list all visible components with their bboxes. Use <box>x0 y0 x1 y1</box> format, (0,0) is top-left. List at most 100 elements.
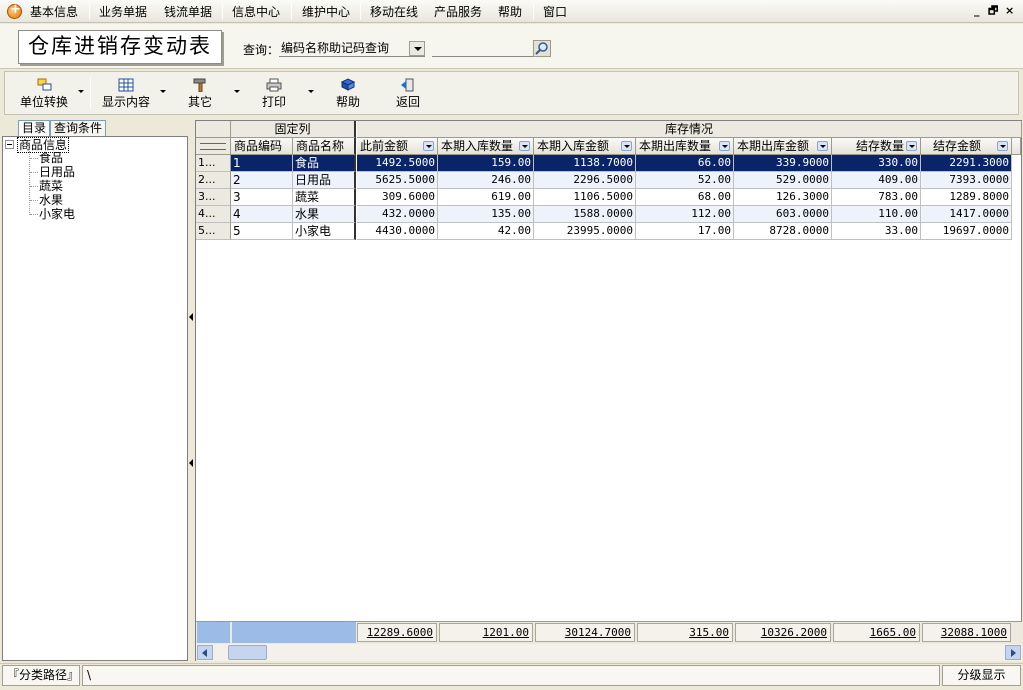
table-row[interactable]: 1... 1 食品 1492.5000 159.00 1138.7000 66.… <box>196 155 1012 172</box>
menu-separator <box>360 3 361 20</box>
tree-item-daily-goods[interactable]: 日用品 <box>39 165 75 179</box>
chevron-left-icon[interactable] <box>189 459 193 467</box>
query-label: 查询： <box>243 43 280 57</box>
search-button[interactable] <box>533 40 551 57</box>
printer-icon <box>266 78 282 92</box>
total-in-qty: 1201.00 <box>439 623 533 642</box>
menu-info-center[interactable]: 信息中心 <box>232 4 280 20</box>
panel-splitter[interactable] <box>188 120 194 661</box>
menu-separator <box>89 3 90 20</box>
filter-dropdown-icon[interactable] <box>906 141 917 151</box>
unit-convert-icon <box>37 78 52 91</box>
tree-guide-line <box>29 151 30 215</box>
total-bal-amount: 32088.1000 <box>922 623 1011 642</box>
chevron-down-icon[interactable] <box>409 41 425 56</box>
menu-separator <box>291 3 292 20</box>
total-bal-qty: 1665.00 <box>833 623 920 642</box>
unit-convert-button[interactable]: 单位转换 <box>14 76 74 112</box>
menu-product-services[interactable]: 产品服务 <box>434 4 482 20</box>
filter-dropdown-icon[interactable] <box>719 141 730 151</box>
collapse-icon[interactable] <box>5 140 14 149</box>
category-path-label: 『分类路径』 <box>2 665 80 686</box>
totals-fixed-cell <box>232 622 356 643</box>
menu-help[interactable]: 帮助 <box>498 4 522 20</box>
query-input[interactable] <box>432 40 533 57</box>
filter-dropdown-icon[interactable] <box>423 141 434 151</box>
tree-guide-line <box>30 200 38 201</box>
scrollbar-thumb[interactable] <box>228 645 267 660</box>
close-icon[interactable]: × <box>1005 5 1014 17</box>
tree-item-fruit[interactable]: 水果 <box>39 193 63 207</box>
filter-dropdown-icon[interactable] <box>621 141 632 151</box>
grid-icon <box>118 78 134 92</box>
menu-separator <box>222 3 223 20</box>
col-header-name[interactable]: 商品名称 <box>293 138 356 155</box>
col-header-in-amount[interactable]: 本期入库金额 <box>534 138 636 155</box>
menu-separator <box>533 3 534 20</box>
table-row[interactable]: 2... 2 日用品 5625.5000 246.00 2296.5000 52… <box>196 172 1012 189</box>
menu-business-docs[interactable]: 业务单据 <box>99 4 147 20</box>
page-title: 仓库进销存变动表 <box>18 30 222 64</box>
restore-icon[interactable]: 🗗 <box>988 5 998 17</box>
horizontal-scrollbar[interactable] <box>196 644 1022 661</box>
toolbar-separator <box>90 78 91 108</box>
tree-guide-line <box>30 158 38 159</box>
col-header-bal-qty[interactable]: 结存数量 <box>832 138 921 155</box>
menu-cash-docs[interactable]: 钱流单据 <box>164 4 212 20</box>
tree-guide-line <box>30 186 38 187</box>
category-path-value: \ <box>82 665 940 686</box>
scroll-right-icon[interactable] <box>1005 645 1021 660</box>
table-row[interactable]: 5... 5 小家电 4430.0000 42.00 23995.0000 17… <box>196 223 1012 240</box>
chevron-down-icon[interactable] <box>308 90 314 93</box>
tree-item-small-appliances[interactable]: 小家电 <box>39 207 75 221</box>
col-header-out-qty[interactable]: 本期出库数量 <box>636 138 734 155</box>
col-header-prev-amount[interactable]: 此前金额 <box>357 138 438 155</box>
chevron-left-icon[interactable] <box>189 313 193 321</box>
other-button[interactable]: 其它 <box>180 76 220 112</box>
tab-catalog[interactable]: 目录 <box>18 120 50 137</box>
tab-query-conditions[interactable]: 查询条件 <box>50 120 106 137</box>
print-label: 打印 <box>262 95 287 109</box>
exit-door-icon <box>401 78 414 92</box>
tree-item-vegetables[interactable]: 蔬菜 <box>39 179 63 193</box>
col-header-bal-amount[interactable]: 结存金额 <box>921 138 1012 155</box>
back-button[interactable]: 返回 <box>390 76 430 112</box>
col-header-in-qty[interactable]: 本期入库数量 <box>438 138 534 155</box>
unit-convert-label: 单位转换 <box>20 95 69 109</box>
search-icon <box>535 42 548 55</box>
col-header-filler <box>1012 138 1021 155</box>
row-indicator-header[interactable] <box>196 138 231 155</box>
print-button[interactable]: 打印 <box>256 76 296 112</box>
tree-guide-line <box>30 214 38 215</box>
total-in-amount: 30124.7000 <box>535 623 635 642</box>
hammer-icon <box>193 78 206 92</box>
total-prev-amount: 12289.6000 <box>357 623 437 642</box>
totals-indicator-cell <box>197 622 230 643</box>
total-out-qty: 315.00 <box>637 623 733 642</box>
level-display-button[interactable]: 分级显示 <box>942 665 1021 686</box>
menu-maintenance[interactable]: 维护中心 <box>302 4 350 20</box>
chevron-down-icon[interactable] <box>78 90 84 93</box>
band-indicator <box>196 121 231 138</box>
chevron-down-icon[interactable] <box>160 90 166 93</box>
table-row[interactable]: 3... 3 蔬菜 309.6000 619.00 1106.5000 68.0… <box>196 189 1012 206</box>
query-mode-select[interactable]: 编码名称助记码查询 <box>279 40 425 57</box>
menu-mobile-online[interactable]: 移动在线 <box>370 4 418 20</box>
help-book-icon <box>340 78 356 91</box>
filter-dropdown-icon[interactable] <box>997 141 1008 151</box>
filter-dropdown-icon[interactable] <box>817 141 828 151</box>
scroll-left-icon[interactable] <box>197 645 213 660</box>
tree-item-food[interactable]: 食品 <box>39 151 63 165</box>
table-row[interactable]: 4... 4 水果 432.0000 135.00 1588.0000 112.… <box>196 206 1012 223</box>
col-header-code[interactable]: 商品编码 <box>231 138 293 155</box>
filter-dropdown-icon[interactable] <box>519 141 530 151</box>
col-header-out-amount[interactable]: 本期出库金额 <box>734 138 832 155</box>
band-stock-status: 库存情况 <box>357 121 1022 138</box>
minimize-icon[interactable]: _ <box>974 5 980 17</box>
app-logo-icon <box>7 2 22 19</box>
display-content-button[interactable]: 显示内容 <box>96 76 158 112</box>
menu-window[interactable]: 窗口 <box>543 4 567 20</box>
help-button[interactable]: 帮助 <box>330 76 370 112</box>
menu-basic-info[interactable]: 基本信息 <box>30 4 78 20</box>
chevron-down-icon[interactable] <box>234 90 240 93</box>
